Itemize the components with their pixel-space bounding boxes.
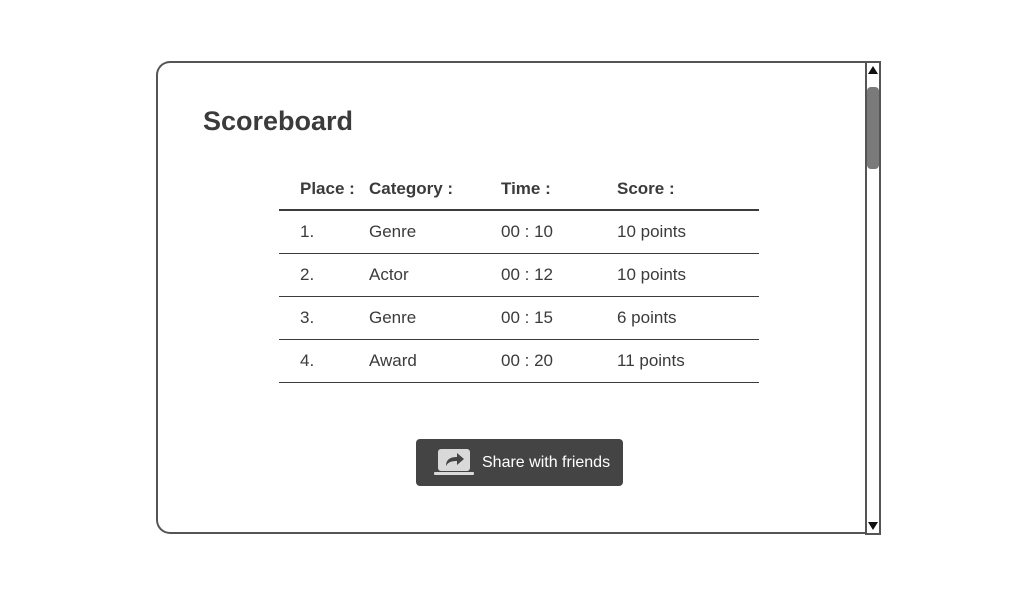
cell-time: 00 : 20 — [501, 339, 617, 383]
scroll-down-arrow-icon[interactable] — [867, 519, 879, 533]
cell-category: Award — [369, 339, 501, 383]
header-place: Place : — [279, 168, 369, 211]
header-score: Score : — [617, 168, 759, 211]
table-row: 4. Award 00 : 20 11 points — [279, 339, 759, 383]
share-with-friends-button[interactable]: Share with friends — [416, 439, 623, 486]
table-row: 3. Genre 00 : 15 6 points — [279, 296, 759, 340]
page-title: Scoreboard — [203, 106, 354, 136]
share-button-label: Share with friends — [482, 454, 611, 471]
cell-category: Actor — [369, 253, 501, 297]
scroll-up-arrow-icon[interactable] — [867, 63, 879, 77]
header-category: Category : — [369, 168, 501, 211]
share-icon — [434, 448, 474, 476]
cell-time: 00 : 15 — [501, 296, 617, 340]
cell-score: 11 points — [617, 339, 759, 383]
cell-score: 10 points — [617, 210, 759, 254]
scoreboard-table: Place : Category : Time : Score : 1. Gen… — [279, 168, 759, 383]
table-row: 1. Genre 00 : 10 10 points — [279, 210, 759, 254]
vertical-scrollbar[interactable] — [865, 61, 881, 535]
cell-place: 1. — [279, 210, 369, 254]
cell-place: 4. — [279, 339, 369, 383]
cell-score: 10 points — [617, 253, 759, 297]
cell-score: 6 points — [617, 296, 759, 340]
cell-time: 00 : 12 — [501, 253, 617, 297]
cell-time: 00 : 10 — [501, 210, 617, 254]
table-row: 2. Actor 00 : 12 10 points — [279, 253, 759, 297]
cell-category: Genre — [369, 210, 501, 254]
cell-place: 2. — [279, 253, 369, 297]
header-time: Time : — [501, 168, 617, 211]
scroll-thumb[interactable] — [867, 87, 879, 169]
cell-category: Genre — [369, 296, 501, 340]
table-header-row: Place : Category : Time : Score : — [279, 168, 759, 211]
cell-place: 3. — [279, 296, 369, 340]
